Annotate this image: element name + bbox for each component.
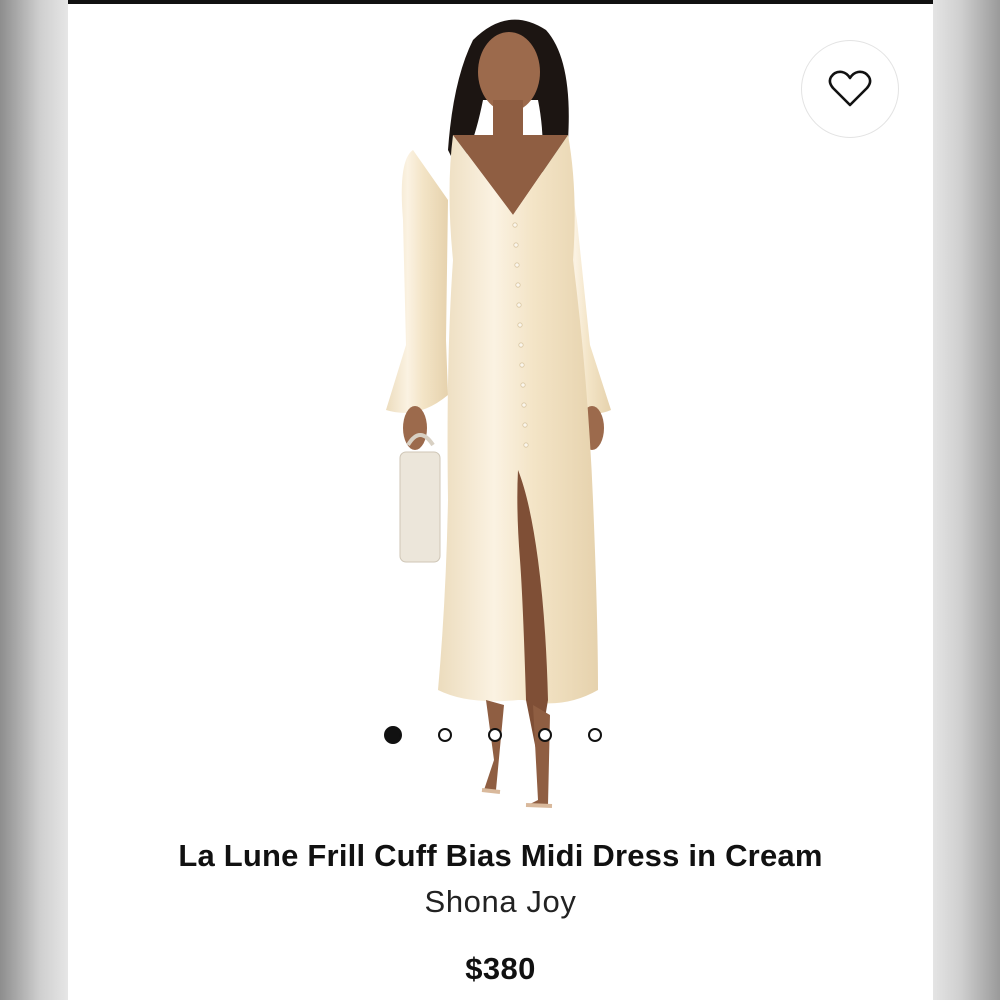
product-title: La Lune Frill Cuff Bias Midi Dress in Cr… <box>178 838 823 873</box>
carousel-dot-2[interactable] <box>438 728 452 742</box>
product-page: La Lune Frill Cuff Bias Midi Dress in Cr… <box>68 0 933 1000</box>
product-price: $380 <box>465 951 536 986</box>
wishlist-button[interactable] <box>801 40 899 138</box>
model-illustration <box>386 19 611 808</box>
heart-icon <box>828 70 872 107</box>
product-brand[interactable]: Shona Joy <box>68 884 933 920</box>
product-image[interactable] <box>68 0 933 820</box>
carousel-dot-3[interactable] <box>488 728 502 742</box>
image-carousel-dots <box>384 726 602 745</box>
carousel-dot-5[interactable] <box>588 728 602 742</box>
carousel-dot-1[interactable] <box>384 726 402 744</box>
carousel-dot-4[interactable] <box>538 728 552 742</box>
